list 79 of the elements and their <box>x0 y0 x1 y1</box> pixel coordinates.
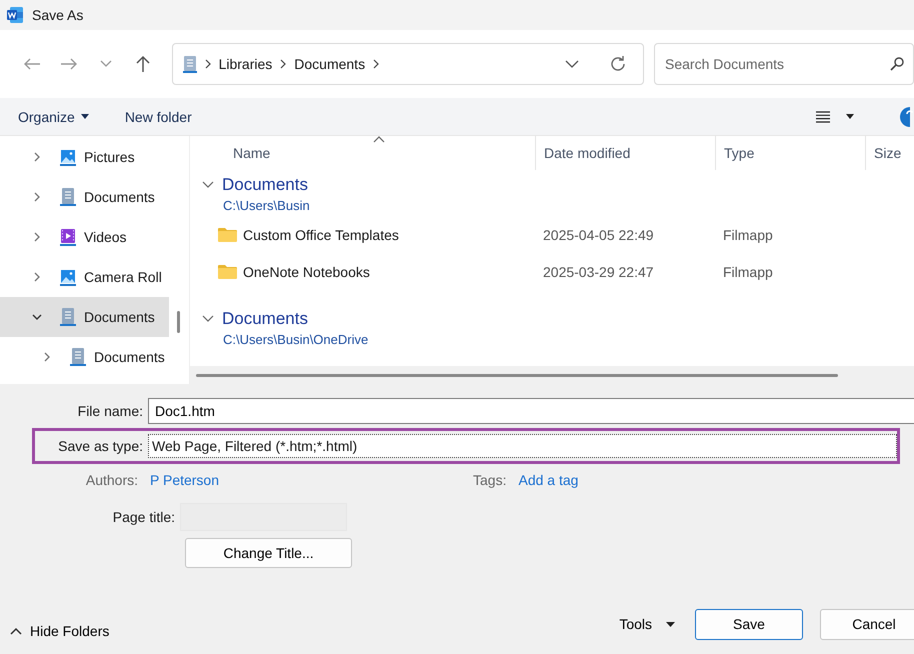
breadcrumb-item[interactable]: Libraries <box>218 56 272 72</box>
file-name-field[interactable]: Doc1.htm <box>148 398 914 424</box>
video-icon <box>60 228 76 246</box>
field-label: Tags: <box>473 472 506 488</box>
group-header[interactable]: Documents <box>202 306 914 332</box>
folder-icon <box>218 264 237 279</box>
sidebar-item[interactable]: Pictures <box>0 137 170 177</box>
left-arrow-icon <box>23 57 42 71</box>
collapse-icon <box>202 315 214 323</box>
column-header[interactable]: Date modified <box>535 136 715 170</box>
author-link[interactable]: P Peterson <box>150 472 220 488</box>
sidebar-item[interactable]: Documents <box>0 297 170 337</box>
file-type-dropdown[interactable]: Web Page, Filtered (*.htm;*.html) <box>148 434 897 458</box>
column-header[interactable]: Size <box>865 136 914 170</box>
column-header[interactable]: Name <box>190 136 535 170</box>
chevron-down-icon <box>100 60 112 68</box>
document-icon <box>60 187 76 207</box>
sidebar-item[interactable]: Videos <box>0 217 170 257</box>
view-menu[interactable] <box>816 110 854 122</box>
group-header[interactable]: Documents <box>202 172 914 198</box>
app-icon <box>6 6 24 24</box>
field-label: File name: <box>76 403 144 419</box>
search-icon <box>890 57 904 71</box>
help-icon[interactable] <box>900 106 914 126</box>
expand-icon <box>32 232 42 242</box>
right-arrow-icon <box>60 57 78 71</box>
sidebar-item[interactable]: Camera Roll <box>0 257 170 297</box>
chevron-icon <box>280 59 286 69</box>
scrollbar-thumb[interactable] <box>196 374 838 376</box>
field-label: Authors: <box>84 472 139 488</box>
change-title-button[interactable]: Change Title... <box>185 538 352 568</box>
refresh-icon[interactable] <box>609 55 627 73</box>
chevron-icon <box>373 59 380 69</box>
chevron-icon <box>204 59 211 69</box>
picture-icon <box>60 268 76 286</box>
document-icon <box>182 55 197 73</box>
sidebar-item[interactable]: Documents <box>0 177 170 217</box>
dropdown-icon <box>565 60 579 68</box>
expand-icon <box>32 192 42 202</box>
scrollbar-thumb[interactable] <box>177 311 180 333</box>
column-header[interactable]: Type <box>715 136 865 170</box>
expand-icon <box>42 352 52 362</box>
collapse-icon <box>202 181 214 189</box>
up-arrow-icon <box>135 55 152 73</box>
expand-icon <box>32 272 42 282</box>
dropdown-icon <box>80 114 89 119</box>
tools-menu[interactable]: Tools <box>619 616 675 632</box>
folder-icon <box>218 227 237 242</box>
table-cell: 2025-04-05 22:49 <box>543 226 654 242</box>
add-tag-link[interactable]: Add a tag <box>518 472 578 488</box>
table-cell: Filmapp <box>723 226 773 242</box>
dropdown-icon <box>666 622 675 626</box>
search-field[interactable]: Search Documents <box>654 43 914 85</box>
sidebar-item[interactable]: Documents <box>0 337 170 377</box>
field-label: Page title: <box>112 509 176 525</box>
organize-menu[interactable]: Organize <box>18 108 89 124</box>
expand-icon <box>32 152 42 162</box>
dialog-button[interactable]: Cancel <box>820 608 914 640</box>
chevron-up-icon <box>10 627 22 635</box>
document-icon <box>60 307 76 327</box>
picture-icon <box>60 148 76 166</box>
sort-icon <box>373 136 385 143</box>
hide-folders-button[interactable]: Hide Folders <box>10 623 110 639</box>
breadcrumb-item[interactable]: Documents <box>294 56 366 72</box>
collapse-icon <box>32 312 42 322</box>
folder-path: C:\Users\Busin <box>223 198 310 213</box>
dropdown-icon <box>846 114 854 119</box>
file-name[interactable]: OneNote Notebooks <box>243 264 370 280</box>
dialog-button[interactable]: Save <box>695 608 803 640</box>
table-cell: 2025-03-29 22:47 <box>543 264 654 280</box>
table-cell: Filmapp <box>723 264 773 280</box>
list-view-icon <box>816 110 830 122</box>
document-icon <box>70 347 86 367</box>
window-title: Save As <box>32 7 84 23</box>
address-bar[interactable]: Libraries Documents <box>172 43 644 85</box>
new-folder-button[interactable]: New folder <box>124 108 192 124</box>
field-label: Save as type: <box>57 438 144 454</box>
file-name[interactable]: Custom Office Templates <box>243 226 399 242</box>
folder-path: C:\Users\Busin\OneDrive <box>223 332 368 347</box>
